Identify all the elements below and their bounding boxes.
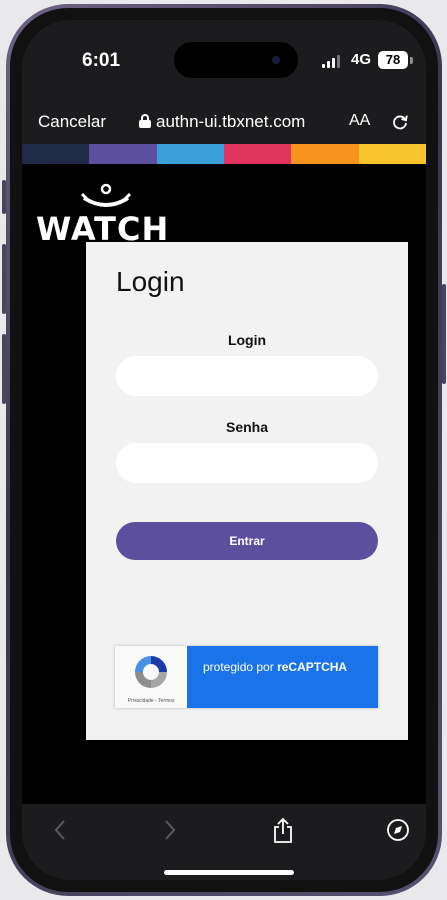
network-type: 4G [351, 51, 372, 68]
recaptcha-brand: reCAPTCHA [277, 660, 348, 674]
page-title: Login [116, 266, 185, 297]
address-bar: Cancelar authn-ui.tbxnet.com AA [22, 100, 426, 144]
power-button [442, 284, 446, 384]
page-background: WATCH Login Login Senha Entrar Privacida… [22, 164, 426, 804]
status-time: 6:01 [82, 50, 121, 71]
stripe-segment [22, 144, 90, 164]
url-field[interactable]: authn-ui.tbxnet.com [156, 112, 305, 132]
password-input[interactable] [116, 443, 378, 483]
volume-down-button [2, 334, 6, 404]
login-label: Login [227, 332, 267, 348]
camera-dot [272, 56, 280, 64]
recaptcha-badge[interactable]: Privacidade - Termos protegido por reCAP… [115, 646, 378, 708]
status-bar: 6:01 4G 78 [22, 20, 426, 100]
signal-icon [322, 54, 340, 68]
password-label: Senha [225, 419, 268, 435]
phone-bezel: 6:01 4G 78 Cancelar authn-ui.tbxnet.com … [10, 8, 438, 892]
recaptcha-text: protegido por reCAPTCHA [187, 646, 378, 708]
phone-frame: 6:01 4G 78 Cancelar authn-ui.tbxnet.com … [2, 4, 446, 896]
volume-up-button [2, 244, 6, 314]
brand-color-stripe [22, 144, 426, 164]
recaptcha-terms[interactable]: Privacidade - Termos [115, 698, 187, 704]
stripe-segment [291, 144, 359, 164]
share-icon[interactable] [272, 818, 294, 844]
action-button [2, 180, 6, 214]
forward-icon[interactable] [162, 818, 178, 842]
recaptcha-icon [135, 656, 167, 688]
battery-tip [410, 57, 413, 64]
compass-icon[interactable] [386, 818, 410, 842]
reload-icon[interactable] [390, 112, 410, 132]
back-icon[interactable] [52, 818, 68, 842]
submit-button[interactable]: Entrar [116, 522, 378, 560]
cancel-button[interactable]: Cancelar [38, 112, 106, 132]
login-input[interactable] [116, 356, 378, 396]
stripe-segment [223, 144, 292, 164]
home-indicator [164, 870, 294, 875]
login-card: Login Login Senha Entrar Privacidade - T… [86, 242, 408, 740]
screen: 6:01 4G 78 Cancelar authn-ui.tbxnet.com … [22, 20, 426, 880]
lock-icon [139, 114, 151, 128]
recaptcha-logo-area: Privacidade - Termos [115, 646, 187, 708]
stripe-segment [156, 144, 224, 164]
text-size-button[interactable]: AA [349, 112, 370, 130]
battery-icon: 78 [378, 51, 408, 69]
stripe-segment [89, 144, 157, 164]
browser-toolbar [22, 804, 426, 880]
watch-logo: WATCH [36, 182, 176, 248]
stripe-segment [358, 144, 426, 164]
dynamic-island [174, 42, 298, 78]
recaptcha-prefix: protegido por [203, 660, 278, 674]
crown-icon [80, 183, 132, 207]
